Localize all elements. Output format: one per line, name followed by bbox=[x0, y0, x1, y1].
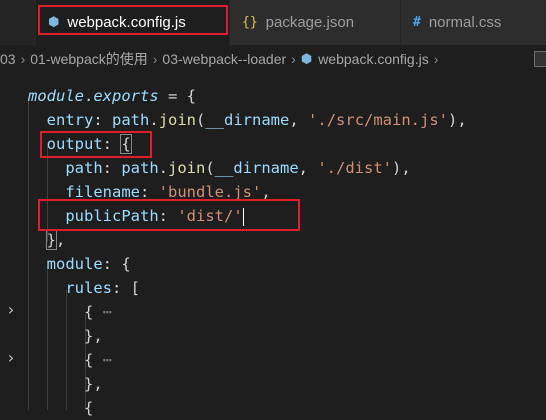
code-line-2: entry: path.join(__dirname, './src/main.… bbox=[46, 111, 467, 129]
highlight-box-publicpath bbox=[38, 199, 300, 231]
code-line-10: { ⋯ bbox=[84, 303, 113, 321]
breadcrumb-item[interactable]: 03-webpack--loader bbox=[162, 51, 286, 67]
editor-tab-bar: ⬢ webpack.config.js {} package.json # no… bbox=[0, 0, 546, 45]
code-line-14: { bbox=[84, 399, 94, 417]
code-editor[interactable]: module.exports = { entry: path.join(__di… bbox=[0, 73, 546, 417]
chevron-right-icon[interactable]: › bbox=[6, 301, 20, 319]
code-line-13: }, bbox=[84, 375, 103, 393]
collapsed-region-marker[interactable]: ⋯ bbox=[103, 303, 112, 321]
tab-package-json[interactable]: {} package.json bbox=[230, 0, 400, 45]
tab-label: normal.css bbox=[428, 14, 502, 31]
chevron-right-icon: › bbox=[433, 51, 439, 67]
chevron-right-icon[interactable]: › bbox=[6, 349, 20, 367]
json-icon: {} bbox=[242, 15, 258, 30]
chevron-right-icon: › bbox=[152, 51, 158, 67]
chevron-right-icon: › bbox=[291, 51, 296, 67]
code-line-4: path: path.join(__dirname, './dist'), bbox=[65, 159, 411, 177]
breadcrumb-item[interactable]: webpack.config.js bbox=[318, 51, 429, 67]
code-line-7: }, bbox=[45, 230, 66, 250]
code-line-12: { ⋯ bbox=[84, 351, 113, 369]
code-line-8: module: { bbox=[46, 255, 131, 273]
tab-label: package.json bbox=[265, 14, 355, 31]
tab-normal-css[interactable]: # normal.css bbox=[401, 0, 546, 45]
code-line-9: rules: [ bbox=[65, 279, 140, 297]
highlight-box-tab bbox=[38, 5, 228, 35]
code-line-1: module.exports = { bbox=[28, 87, 196, 105]
breadcrumb-item[interactable]: 03 bbox=[0, 51, 16, 67]
breadcrumb: 03 › 01-webpack的使用 › 03-webpack--loader … bbox=[0, 45, 546, 73]
css-hash-icon: # bbox=[413, 15, 421, 30]
breadcrumb-overflow-button[interactable] bbox=[534, 51, 546, 67]
breadcrumb-item[interactable]: 01-webpack的使用 bbox=[30, 49, 148, 69]
code-line-11: }, bbox=[84, 327, 103, 345]
webpack-icon: ⬢ bbox=[300, 51, 313, 67]
highlight-box-output bbox=[40, 131, 152, 158]
chevron-right-icon: › bbox=[20, 51, 26, 67]
collapsed-region-marker[interactable]: ⋯ bbox=[103, 351, 112, 369]
